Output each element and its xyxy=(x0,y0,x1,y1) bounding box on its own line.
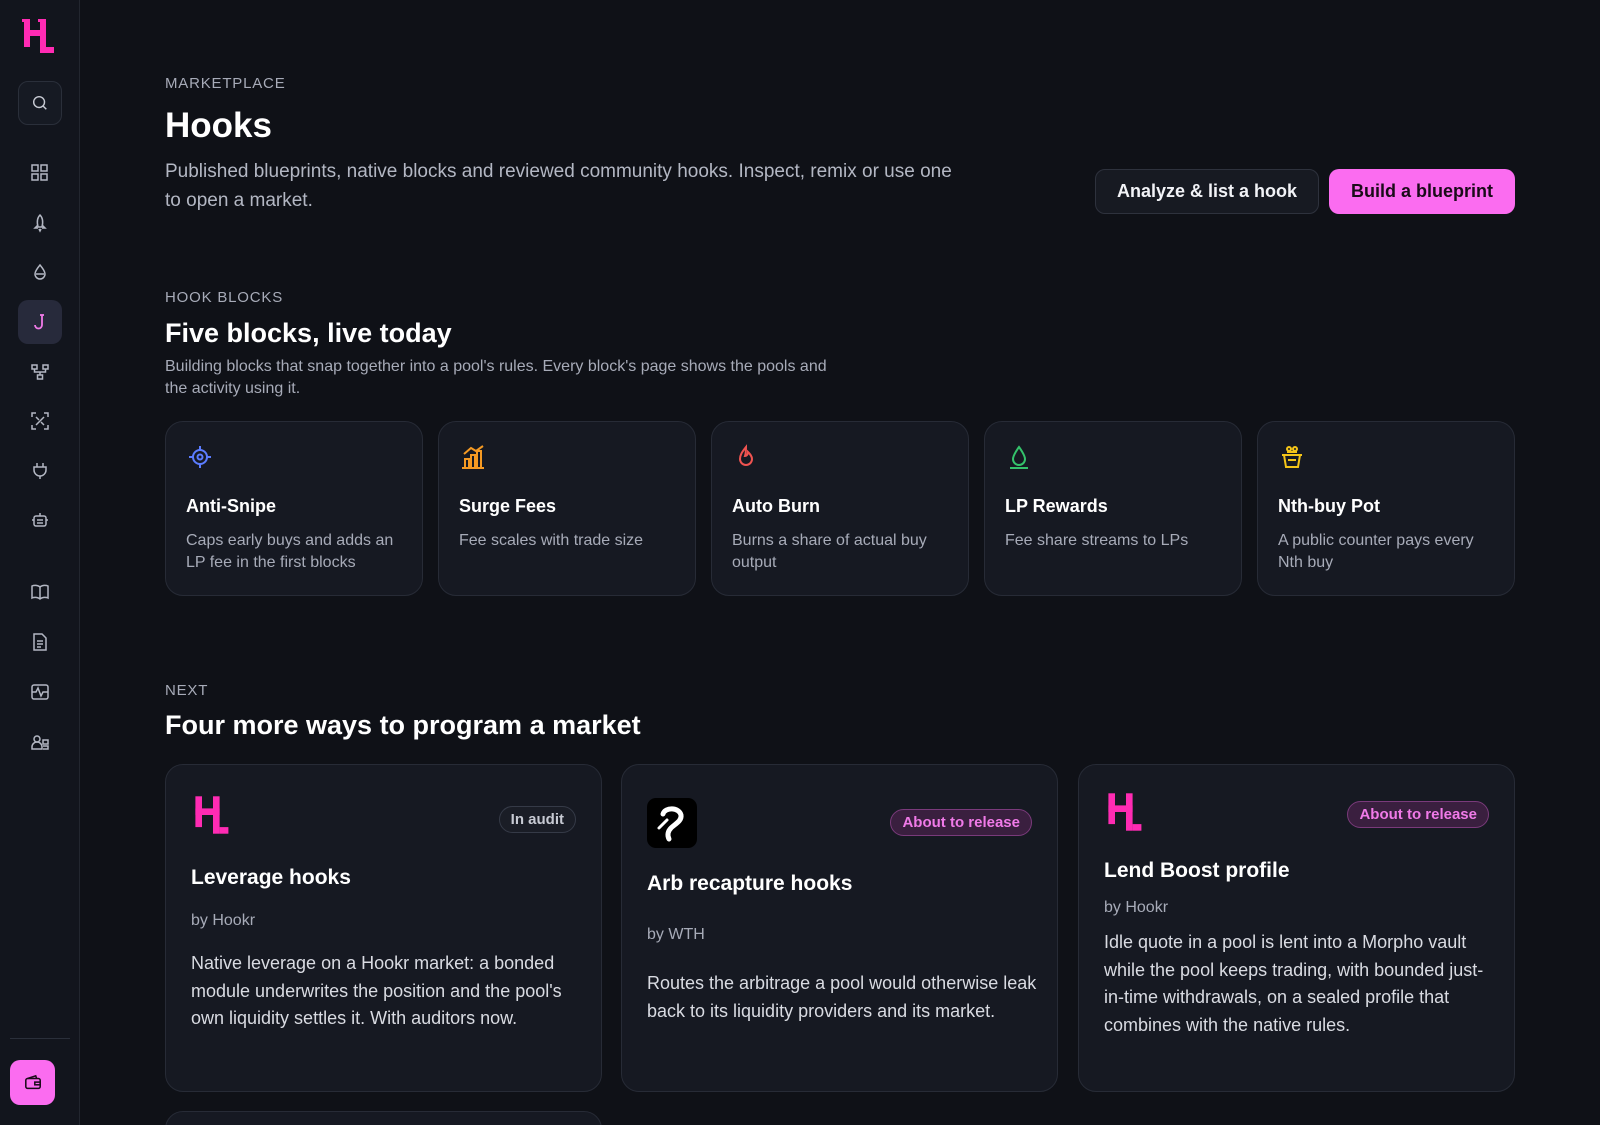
hook-card-arb-recapture[interactable]: About to release Arb recapture hooks by … xyxy=(621,764,1058,1092)
dashboard-grid-icon xyxy=(31,164,48,181)
activity-icon xyxy=(31,684,49,700)
analyze-list-hook-button[interactable]: Analyze & list a hook xyxy=(1095,169,1319,214)
hook-card-leverage[interactable]: In audit Leverage hooks by Hookr Native … xyxy=(165,764,602,1092)
flame-icon xyxy=(732,443,760,471)
sidebar-item-blocks[interactable] xyxy=(18,350,62,394)
droplet-icon xyxy=(1005,443,1033,471)
next-title: Four more ways to program a market xyxy=(165,710,641,740)
crosshair-icon xyxy=(186,443,214,471)
block-title: Surge Fees xyxy=(459,496,557,516)
sidebar-divider xyxy=(10,1038,70,1039)
search-button[interactable] xyxy=(18,81,62,125)
book-icon xyxy=(31,584,49,601)
bar-chart-icon xyxy=(459,443,487,471)
status-badge: About to release xyxy=(890,809,1032,836)
hook-card-lend-boost[interactable]: About to release Lend Boost profile by H… xyxy=(1078,764,1515,1092)
scan-icon xyxy=(31,412,49,430)
sidebar-item-docs[interactable] xyxy=(18,570,62,614)
block-title: Anti-Snipe xyxy=(186,496,276,516)
sidebar-item-integrations[interactable] xyxy=(18,449,62,493)
block-title: LP Rewards xyxy=(1005,496,1108,516)
wallet-icon xyxy=(24,1074,41,1089)
document-icon xyxy=(33,633,47,651)
block-title: Nth-buy Pot xyxy=(1278,496,1380,516)
hook-card-partial[interactable] xyxy=(165,1111,602,1125)
wallet-button[interactable] xyxy=(10,1060,55,1105)
hook-card-description: Routes the arbitrage a pool would otherw… xyxy=(647,973,1037,1021)
sidebar-item-scan[interactable] xyxy=(18,399,62,443)
hook-blocks-title: Five blocks, live today xyxy=(165,318,452,348)
sidebar xyxy=(0,0,80,1125)
sidebar-item-agents[interactable] xyxy=(18,498,62,542)
hook-blocks-eyebrow: HOOK BLOCKS xyxy=(165,289,283,306)
hook-card-author: by WTH xyxy=(647,926,705,943)
users-icon xyxy=(31,735,49,750)
hook-card-title: Lend Boost profile xyxy=(1104,859,1290,882)
sidebar-item-documents[interactable] xyxy=(18,620,62,664)
block-description: Fee share streams to LPs xyxy=(1005,532,1189,549)
hook-card-description: Native leverage on a Hookr market: a bon… xyxy=(191,953,562,1028)
block-card-surge-fees[interactable]: Surge Fees Fee scales with trade size xyxy=(438,421,696,596)
robot-icon xyxy=(32,513,48,527)
drop-icon xyxy=(34,263,46,280)
sidebar-item-liquidity[interactable] xyxy=(18,250,62,294)
block-card-anti-snipe[interactable]: Anti-Snipe Caps early buys and adds an L… xyxy=(165,421,423,596)
block-card-nth-buy-pot[interactable]: Nth-buy Pot A public counter pays every … xyxy=(1257,421,1515,596)
sidebar-item-dashboard[interactable] xyxy=(18,151,62,195)
rocket-icon xyxy=(33,213,47,233)
page-title: Hooks xyxy=(165,106,272,145)
build-blueprint-button[interactable]: Build a blueprint xyxy=(1329,169,1515,214)
sidebar-item-launch[interactable] xyxy=(18,201,62,245)
hook-card-description: Idle quote in a pool is lent into a Morp… xyxy=(1104,932,1484,1035)
hook-card-title: Leverage hooks xyxy=(191,866,351,889)
block-description: A public counter pays every Nth buy xyxy=(1278,532,1474,571)
hook-card-author: by Hookr xyxy=(191,912,256,929)
sidebar-item-users[interactable] xyxy=(18,720,62,764)
hookr-logo-icon[interactable] xyxy=(20,16,60,56)
hook-blocks-grid: Anti-Snipe Caps early buys and adds an L… xyxy=(165,421,1515,596)
hook-card-title: Arb recapture hooks xyxy=(647,872,853,895)
hook-blocks-description: Building blocks that snap together into … xyxy=(165,358,827,397)
search-icon xyxy=(32,95,47,110)
status-badge: About to release xyxy=(1347,801,1489,828)
status-badge: In audit xyxy=(498,806,576,833)
block-description: Burns a share of actual buy output xyxy=(732,532,927,571)
next-eyebrow: NEXT xyxy=(165,682,209,699)
hook-icon xyxy=(34,314,44,330)
sidebar-item-hooks[interactable] xyxy=(18,300,62,344)
hook-card-author: by Hookr xyxy=(1104,899,1169,916)
hookr-logo-icon xyxy=(191,793,241,843)
page-description: Published blueprints, native blocks and … xyxy=(165,161,952,211)
block-card-auto-burn[interactable]: Auto Burn Burns a share of actual buy ou… xyxy=(711,421,969,596)
page-eyebrow: MARKETPLACE xyxy=(165,75,286,92)
block-description: Fee scales with trade size xyxy=(459,532,644,549)
hookr-logo-icon xyxy=(1104,790,1154,840)
block-description: Caps early buys and adds an LP fee in th… xyxy=(186,532,394,571)
pot-icon xyxy=(1278,443,1306,471)
blocks-network-icon xyxy=(31,364,49,380)
sidebar-item-activity[interactable] xyxy=(18,670,62,714)
plug-icon xyxy=(33,463,47,479)
block-card-lp-rewards[interactable]: LP Rewards Fee share streams to LPs xyxy=(984,421,1242,596)
wth-logo-icon xyxy=(647,798,697,848)
block-title: Auto Burn xyxy=(732,496,820,516)
